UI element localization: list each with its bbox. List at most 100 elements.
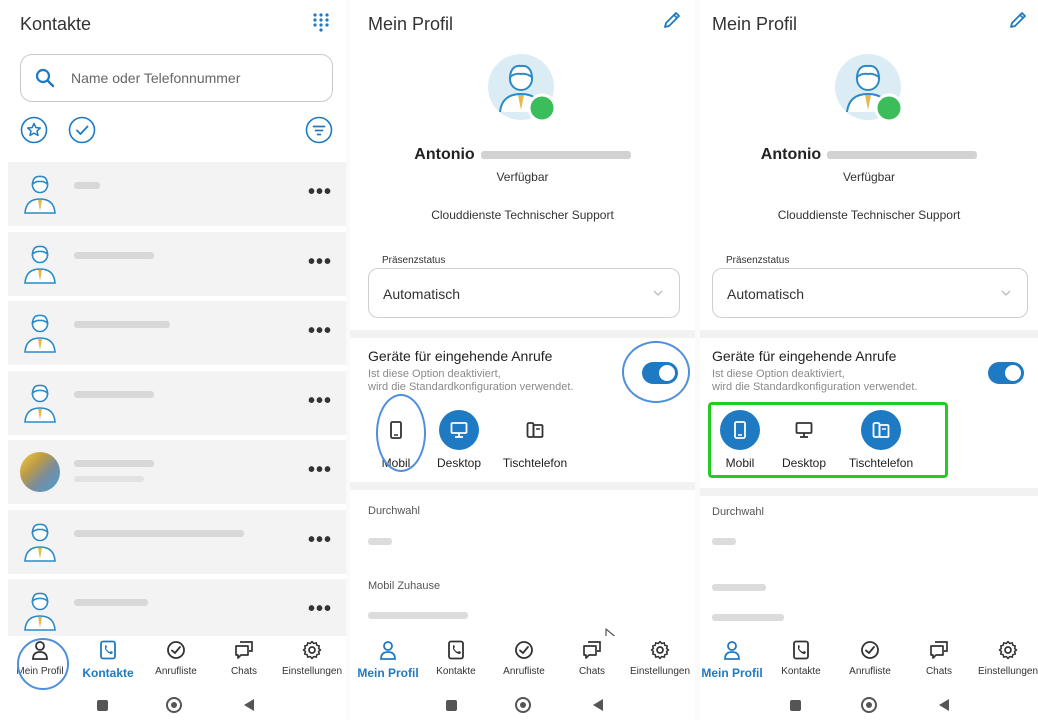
more-options-button[interactable]: •••	[308, 460, 332, 480]
first-name: Antonio	[414, 146, 475, 163]
nav-label: Kontakte	[436, 666, 476, 677]
profile-screen-b: Mein Profil Antonio Verfügbar Clouddiens…	[700, 0, 1038, 720]
recent-apps-button[interactable]	[790, 700, 801, 711]
more-options-button[interactable]: •••	[308, 391, 332, 411]
presence-value: Automatisch	[727, 286, 805, 302]
redacted-contact-detail	[74, 476, 144, 482]
search-bar[interactable]	[20, 54, 333, 102]
nav-contacts[interactable]: Kontakte	[766, 640, 836, 677]
nav-contacts[interactable]: Kontakte	[421, 640, 491, 677]
devices-note: Ist diese Option deaktiviert, wird die St…	[368, 368, 573, 394]
contact-row[interactable]: •••	[8, 509, 346, 574]
android-navigation-bar	[700, 692, 1038, 720]
edit-pencil-icon[interactable]	[662, 10, 682, 30]
redacted-extension	[712, 538, 736, 545]
devices-note-line: Ist diese Option deaktiviert,	[712, 368, 845, 380]
nav-call-list[interactable]: Anrufliste	[141, 640, 211, 677]
call-history-icon	[861, 641, 879, 659]
monitor-icon	[795, 422, 813, 438]
favorites-filter-button[interactable]	[20, 116, 48, 144]
chat-icon	[583, 641, 601, 659]
more-options-button[interactable]: •••	[308, 599, 332, 619]
desk-phone-icon	[872, 422, 890, 438]
contact-avatar-icon	[20, 172, 60, 216]
nav-label: Kontakte	[781, 666, 821, 677]
contact-avatar-icon	[20, 311, 60, 355]
device-deskphone[interactable]: Tischtelefon	[495, 410, 575, 470]
nav-label: Mein Profil	[701, 666, 763, 680]
contact-row[interactable]: •••	[8, 301, 346, 365]
device-desktop[interactable]: Desktop	[764, 410, 844, 470]
contact-row[interactable]: •••	[8, 440, 346, 504]
contacts-book-icon	[100, 640, 116, 660]
annotation-circle	[17, 638, 69, 690]
nav-label: Chats	[230, 666, 258, 677]
back-button[interactable]	[939, 699, 949, 711]
redacted-contact-name	[74, 182, 100, 189]
chevron-down-icon	[1001, 290, 1011, 296]
back-button[interactable]	[244, 699, 254, 711]
devices-heading: Geräte für eingehende Anrufe	[368, 348, 553, 364]
nav-chats[interactable]: Chats	[209, 640, 279, 677]
contact-row[interactable]: •••	[8, 231, 346, 296]
devices-note-line: wird die Standardkonfiguration verwendet…	[368, 381, 574, 393]
redacted-extension	[368, 538, 392, 545]
device-label: Tischtelefon	[502, 456, 568, 470]
section-divider	[700, 488, 1038, 496]
available-filter-button[interactable]	[68, 116, 96, 144]
devices-note-line: wird die Standardkonfiguration verwendet…	[712, 381, 918, 393]
contact-photo	[20, 452, 60, 492]
gear-icon	[302, 640, 322, 660]
page-title: Mein Profil	[368, 14, 454, 34]
redacted-contact-name	[74, 460, 154, 467]
nav-label: Einstellungen	[629, 666, 691, 677]
bottom-navigation: Mein Profil Kontakte Anrufliste Chats Ei…	[700, 636, 1038, 690]
contact-row[interactable]: •••	[8, 162, 346, 226]
home-button[interactable]	[861, 697, 877, 713]
nav-settings[interactable]: Einstellungen	[277, 640, 346, 677]
nav-call-list[interactable]: Anrufliste	[835, 640, 905, 677]
home-button[interactable]	[515, 697, 531, 713]
filter-button[interactable]	[305, 116, 333, 144]
more-options-button[interactable]: •••	[308, 530, 332, 550]
first-name: Antonio	[760, 146, 822, 163]
more-options-button[interactable]: •••	[308, 182, 332, 202]
nav-label: Anrufliste	[849, 666, 891, 677]
devices-toggle[interactable]	[988, 362, 1024, 384]
more-options-button[interactable]: •••	[308, 321, 332, 341]
nav-settings[interactable]: Einstellungen	[625, 640, 695, 677]
profile-avatar	[835, 54, 904, 123]
devices-heading: Geräte für eingehende Anrufe	[712, 348, 897, 364]
search-input[interactable]	[71, 55, 321, 101]
recent-apps-button[interactable]	[446, 700, 457, 711]
presence-value: Automatisch	[383, 286, 461, 302]
annotation-circle	[622, 341, 690, 403]
presence-label: Präsenzstatus	[382, 255, 446, 266]
dialpad-icon[interactable]	[311, 12, 331, 32]
contact-avatar-icon	[20, 242, 60, 286]
nav-my-profile[interactable]: Mein Profil	[700, 640, 767, 680]
device-label: Tischtelefon	[848, 456, 914, 470]
page-title: Kontakte	[20, 14, 92, 34]
presence-dropdown[interactable]: Automatisch	[712, 268, 1028, 318]
presence-dropdown[interactable]: Automatisch	[368, 268, 680, 318]
user-icon	[380, 641, 396, 660]
nav-settings[interactable]: Einstellungen	[973, 640, 1038, 677]
device-desktop[interactable]: Desktop	[419, 410, 499, 470]
back-button[interactable]	[593, 699, 603, 711]
contact-row[interactable]: •••	[8, 579, 346, 643]
nav-call-list[interactable]: Anrufliste	[489, 640, 559, 677]
home-button[interactable]	[166, 697, 182, 713]
more-options-button[interactable]: •••	[308, 252, 332, 272]
nav-my-profile[interactable]: Mein Profil	[353, 640, 423, 680]
presence-status-text: Verfügbar	[842, 170, 896, 184]
device-label: Desktop	[781, 456, 827, 470]
nav-contacts[interactable]: Kontakte	[73, 640, 143, 680]
recent-apps-button[interactable]	[97, 700, 108, 711]
nav-chats[interactable]: Chats	[557, 640, 627, 677]
device-deskphone[interactable]: Tischtelefon	[841, 410, 921, 470]
edit-pencil-icon[interactable]	[1008, 10, 1028, 30]
contact-row[interactable]: •••	[8, 370, 346, 435]
chat-icon	[235, 641, 253, 659]
nav-chats[interactable]: Chats	[904, 640, 974, 677]
